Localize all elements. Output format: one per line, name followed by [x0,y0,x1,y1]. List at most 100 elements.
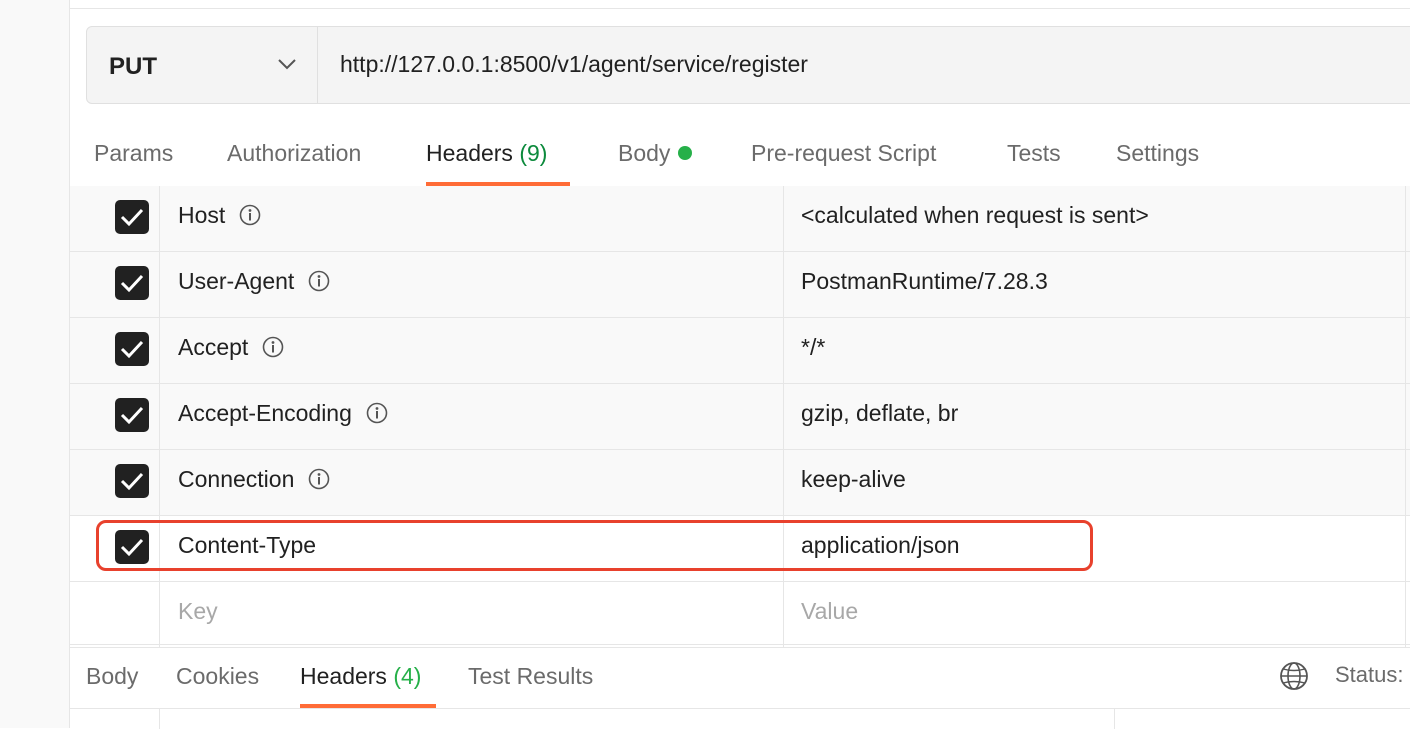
header-value: keep-alive [801,466,906,492]
value-cell[interactable]: keep-alive [784,450,1406,515]
checkbox-cell [70,252,160,317]
header-key: Host [178,202,261,229]
body-indicator-dot [678,146,693,160]
header-value: PostmanRuntime/7.28.3 [801,268,1048,294]
value-cell[interactable]: <calculated when request is sent> [784,186,1406,251]
tab-label: Headers [426,140,513,166]
row-checkbox[interactable] [115,266,149,300]
left-sidebar [0,0,70,728]
value-input[interactable]: Value [801,598,858,625]
header-value: application/json [801,532,960,558]
value-cell[interactable]: application/json [784,516,1406,581]
header-key-text: Host [178,202,226,228]
row-checkbox[interactable] [115,530,149,564]
info-icon[interactable] [262,336,284,358]
tab-label: Test Results [468,663,594,689]
tab-tests[interactable]: Tests [1007,140,1061,167]
row-checkbox[interactable] [115,398,149,432]
table-row: Accept-Encoding gzip, deflate, br [70,384,1410,450]
chevron-down-icon [277,57,297,76]
value-cell[interactable]: */* [784,318,1406,383]
key-input[interactable]: Key [178,598,218,625]
header-key-text: Accept-Encoding [178,400,352,426]
row-checkbox[interactable] [115,332,149,366]
checkmark-icon [120,208,144,227]
tab-label: Settings [1116,140,1200,166]
checkmark-icon [120,538,144,557]
header-value: <calculated when request is sent> [801,202,1149,228]
response-tab-headers[interactable]: Headers (4) [300,663,421,690]
tab-authorization[interactable]: Authorization [227,140,361,167]
header-key: User-Agent [178,268,330,295]
top-divider [70,8,1410,9]
tab-count: (4) [393,663,422,689]
key-cell[interactable]: Accept [160,318,784,383]
info-icon[interactable] [366,402,388,424]
tab-params[interactable]: Params [94,140,173,167]
column-divider [159,709,160,729]
checkmark-icon [120,274,144,293]
header-key-text: User-Agent [178,268,295,294]
tab-pre-request-script[interactable]: Pre-request Script [751,140,936,167]
header-key-text: Accept [178,334,249,360]
info-icon[interactable] [308,270,330,292]
checkbox-cell [70,318,160,383]
table-row: User-Agent PostmanRuntime/7.28.3 [70,252,1410,318]
info-icon[interactable] [239,204,261,226]
table-row: Content-Type application/json [70,516,1410,582]
key-cell[interactable]: Accept-Encoding [160,384,784,449]
row-checkbox[interactable] [115,200,149,234]
tab-body[interactable]: Body [618,140,693,167]
header-key-text: Connection [178,466,295,492]
tab-settings[interactable]: Settings [1116,140,1199,167]
row-checkbox[interactable] [115,464,149,498]
header-key: Accept-Encoding [178,400,388,427]
checkbox-cell [70,186,160,251]
checkbox-cell [70,450,160,515]
checkbox-cell [70,516,160,581]
value-cell[interactable]: gzip, deflate, br [784,384,1406,449]
value-cell[interactable]: Value [784,582,1406,647]
tab-label: Headers [300,663,387,689]
method-select[interactable]: PUT [87,27,318,103]
globe-icon[interactable] [1279,661,1309,696]
value-cell[interactable]: PostmanRuntime/7.28.3 [784,252,1406,317]
method-label: PUT [109,53,157,80]
header-key: Content-Type [178,532,317,558]
status-label: Status: [1335,662,1404,687]
response-headers-table [70,708,1410,729]
key-cell[interactable]: User-Agent [160,252,784,317]
response-tabs: Body Cookies Headers (4) Test Results [70,644,1410,708]
header-key: Accept [178,334,284,361]
response-tab-test-results[interactable]: Test Results [468,663,593,690]
key-cell[interactable]: Key [160,582,784,647]
column-divider [1114,709,1115,729]
table-row: Host <calculated when request is sent> [70,186,1410,252]
tab-count: (9) [519,140,548,166]
header-value: gzip, deflate, br [801,400,959,426]
tab-label: Authorization [227,140,362,166]
response-tab-cookies[interactable]: Cookies [176,663,259,690]
key-cell[interactable]: Content-Type [160,516,784,581]
tab-headers[interactable]: Headers (9) [426,140,547,167]
tab-label: Pre-request Script [751,140,937,166]
checkmark-icon [120,340,144,359]
tab-label: Body [86,663,139,689]
info-icon[interactable] [308,468,330,490]
request-bar: PUT http://127.0.0.1:8500/v1/agent/servi… [86,26,1410,104]
checkmark-icon [120,472,144,491]
tab-label: Cookies [176,663,260,689]
key-cell[interactable]: Connection [160,450,784,515]
header-value: */* [801,334,826,360]
checkbox-cell [70,384,160,449]
tab-label: Tests [1007,140,1061,166]
checkmark-icon [120,406,144,425]
headers-table: Host <calculated when request is sent> U… [70,186,1410,648]
response-tab-body[interactable]: Body [86,663,138,690]
tab-label: Params [94,140,174,166]
request-tabs: Params Authorization Headers (9) Body Pr… [70,126,1410,186]
tab-label: Body [618,140,671,166]
key-cell[interactable]: Host [160,186,784,251]
url-input[interactable]: http://127.0.0.1:8500/v1/agent/service/r… [340,51,808,78]
header-key: Connection [178,466,330,493]
